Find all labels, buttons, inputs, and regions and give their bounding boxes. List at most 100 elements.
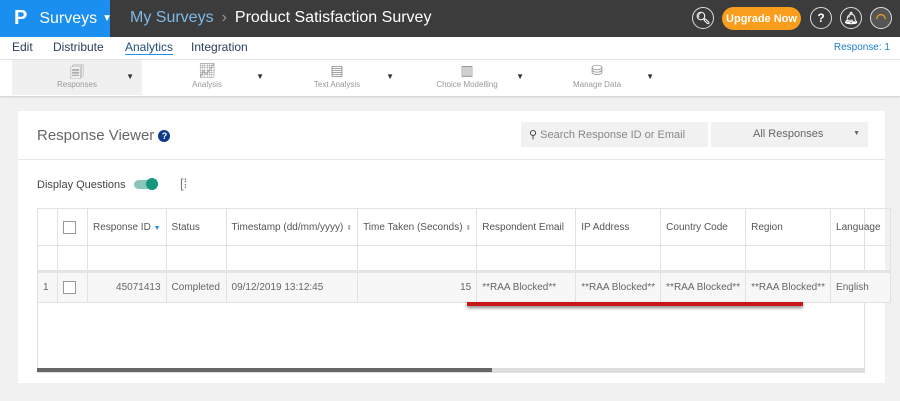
chart-icon: 📈︎: [198, 62, 216, 78]
cell-language: English: [830, 271, 892, 303]
bar-chart-icon: ▥: [460, 62, 474, 78]
caret-down-icon[interactable]: ▼: [516, 72, 524, 81]
top-bar: P Surveys ▼ My Surveys › Product Satisfact…: [0, 0, 900, 37]
filter-cell[interactable]: [575, 245, 662, 273]
filter-cell[interactable]: [745, 245, 832, 273]
breadcrumb-my-surveys[interactable]: My Surveys: [130, 9, 214, 26]
filter-cell[interactable]: [476, 245, 577, 273]
toolbar-label: Manage Data: [572, 80, 622, 89]
highlight-underline: [467, 302, 803, 306]
bell-icon[interactable]: 🔔︎: [840, 7, 862, 29]
database-icon: ⛁: [591, 62, 603, 78]
tab-analytics[interactable]: Analytics: [125, 40, 174, 55]
column-header-status[interactable]: Status: [165, 208, 227, 246]
display-questions-label: Display Questions: [37, 179, 126, 191]
chevron-down-icon: ▼: [102, 13, 113, 24]
column-header-email[interactable]: Respondent Email: [476, 208, 577, 246]
scrollbar-thumb[interactable]: [37, 368, 492, 372]
caret-down-icon[interactable]: ▼: [256, 72, 264, 81]
search-input[interactable]: ⚲ Search Response ID or Email: [521, 122, 708, 147]
page-title: Product Satisfaction Survey: [234, 9, 432, 26]
caret-down-icon[interactable]: ▼: [386, 72, 394, 81]
response-filter-select[interactable]: All Responses ▼: [711, 122, 868, 147]
document-icon: ▤: [330, 62, 344, 78]
row-number: 1: [37, 271, 58, 303]
column-header-response-id[interactable]: Response ID ▼: [87, 208, 167, 246]
cell-time-taken: 15: [357, 271, 478, 303]
responses-icon: 🗐: [70, 64, 84, 80]
viewer-title-text: Response Viewer: [37, 127, 155, 144]
avatar[interactable]: ◠: [870, 7, 892, 29]
tab-integration[interactable]: Integration: [191, 40, 248, 54]
toolbar-manage-data[interactable]: ⛁ Manage Data ▼: [532, 60, 662, 95]
row-number-header: [37, 208, 58, 246]
cell-email: **RAA Blocked**: [476, 271, 577, 303]
toolbar-label: Responses: [56, 80, 98, 89]
column-header-language[interactable]: Language: [830, 208, 892, 246]
row-select-cell: [57, 271, 88, 303]
select-all-checkbox[interactable]: [63, 220, 76, 234]
caret-down-icon[interactable]: ▼: [126, 72, 134, 81]
toolbar-text-analysis[interactable]: ▤ Text Analysis ▼: [272, 60, 402, 95]
horizontal-scrollbar[interactable]: [37, 368, 865, 372]
filter-cell[interactable]: [225, 245, 359, 273]
column-header-ip[interactable]: IP Address: [575, 208, 662, 246]
toolbar-analysis[interactable]: 📈︎ Analysis ▼: [142, 60, 272, 95]
tab-distribute[interactable]: Distribute: [53, 40, 104, 54]
select-all-cell: [57, 208, 88, 246]
cell-country: **RAA Blocked**: [660, 271, 747, 303]
sort-desc-icon: ▼: [153, 224, 161, 232]
cell-ip: **RAA Blocked**: [575, 271, 662, 303]
filter-cell[interactable]: [660, 245, 747, 273]
filter-cell[interactable]: [165, 245, 227, 273]
cell-timestamp: 09/12/2019 13:12:45: [225, 271, 359, 303]
tab-edit[interactable]: Edit: [12, 40, 33, 54]
help-icon[interactable]: ?: [158, 130, 171, 142]
help-icon[interactable]: ?: [810, 7, 832, 29]
filter-cell[interactable]: [87, 245, 167, 273]
filter-cell: [57, 245, 88, 273]
search-placeholder: Search Response ID or Email: [540, 129, 686, 141]
breadcrumb: My Surveys › Product Satisfaction Survey: [130, 9, 431, 27]
filter-cell[interactable]: [357, 245, 478, 273]
logo: P: [14, 7, 28, 29]
response-count: Response: 1: [833, 42, 890, 53]
columns-icon[interactable]: [⁞: [180, 176, 187, 191]
sort-icon: ⬍: [465, 224, 472, 232]
column-header-region[interactable]: Region: [745, 208, 832, 246]
secondary-nav: Edit Distribute Analytics Integration Re…: [0, 37, 900, 60]
column-header-country[interactable]: Country Code: [660, 208, 747, 246]
cell-region: **RAA Blocked**: [745, 271, 832, 303]
search-icon: ⚲: [529, 129, 538, 141]
toolbar-choice-modelling[interactable]: ▥ Choice Modelling ▼: [402, 60, 532, 95]
filter-cell[interactable]: [830, 245, 892, 273]
analytics-toolbar: 🗐 Responses ▼ 📈︎ Analysis ▼ ▤ Text Analysis ▼ …: [0, 60, 900, 96]
caret-down-icon[interactable]: ▼: [646, 72, 654, 81]
column-label: Time Taken (Seconds): [363, 221, 463, 233]
toolbar-label: Text Analysis: [313, 80, 361, 89]
header-row: Response ID ▼ Status Timestamp (dd/mm/yy…: [37, 208, 892, 246]
display-questions-toggle[interactable]: [134, 178, 158, 190]
search-icon[interactable]: 🔍︎: [692, 7, 714, 29]
row-checkbox[interactable]: [63, 281, 76, 294]
toolbar-label: Analysis: [192, 80, 222, 89]
toolbar-responses[interactable]: 🗐 Responses ▼: [12, 60, 142, 95]
caret-down-icon: ▼: [853, 130, 860, 137]
column-label: Status: [171, 221, 200, 233]
column-label: Response ID: [93, 221, 151, 233]
column-header-time-taken[interactable]: Time Taken (Seconds) ⬍: [357, 208, 478, 246]
viewer-title: Response Viewer ?: [37, 127, 171, 144]
toolbar-label: Choice Modelling: [436, 80, 498, 89]
column-header-timestamp[interactable]: Timestamp (dd/mm/yyyy) ⬍: [225, 208, 359, 246]
chevron-right-icon: ›: [221, 9, 227, 26]
cell-response-id[interactable]: 45071413: [87, 271, 167, 303]
filter-cell: [37, 245, 58, 273]
app-switcher[interactable]: P Surveys ▼: [0, 0, 113, 37]
upgrade-button[interactable]: Upgrade Now: [722, 7, 801, 30]
filter-value: All Responses: [753, 128, 824, 140]
column-label: Timestamp (dd/mm/yyyy): [231, 221, 344, 233]
table-row[interactable]: 1 45071413 Completed 09/12/2019 13:12:45…: [37, 271, 892, 303]
cell-status: Completed: [165, 271, 227, 303]
responses-table: Response ID ▼ Status Timestamp (dd/mm/yy…: [37, 208, 892, 303]
card-header: Response Viewer ? ⚲ Search Response ID o…: [18, 111, 885, 160]
